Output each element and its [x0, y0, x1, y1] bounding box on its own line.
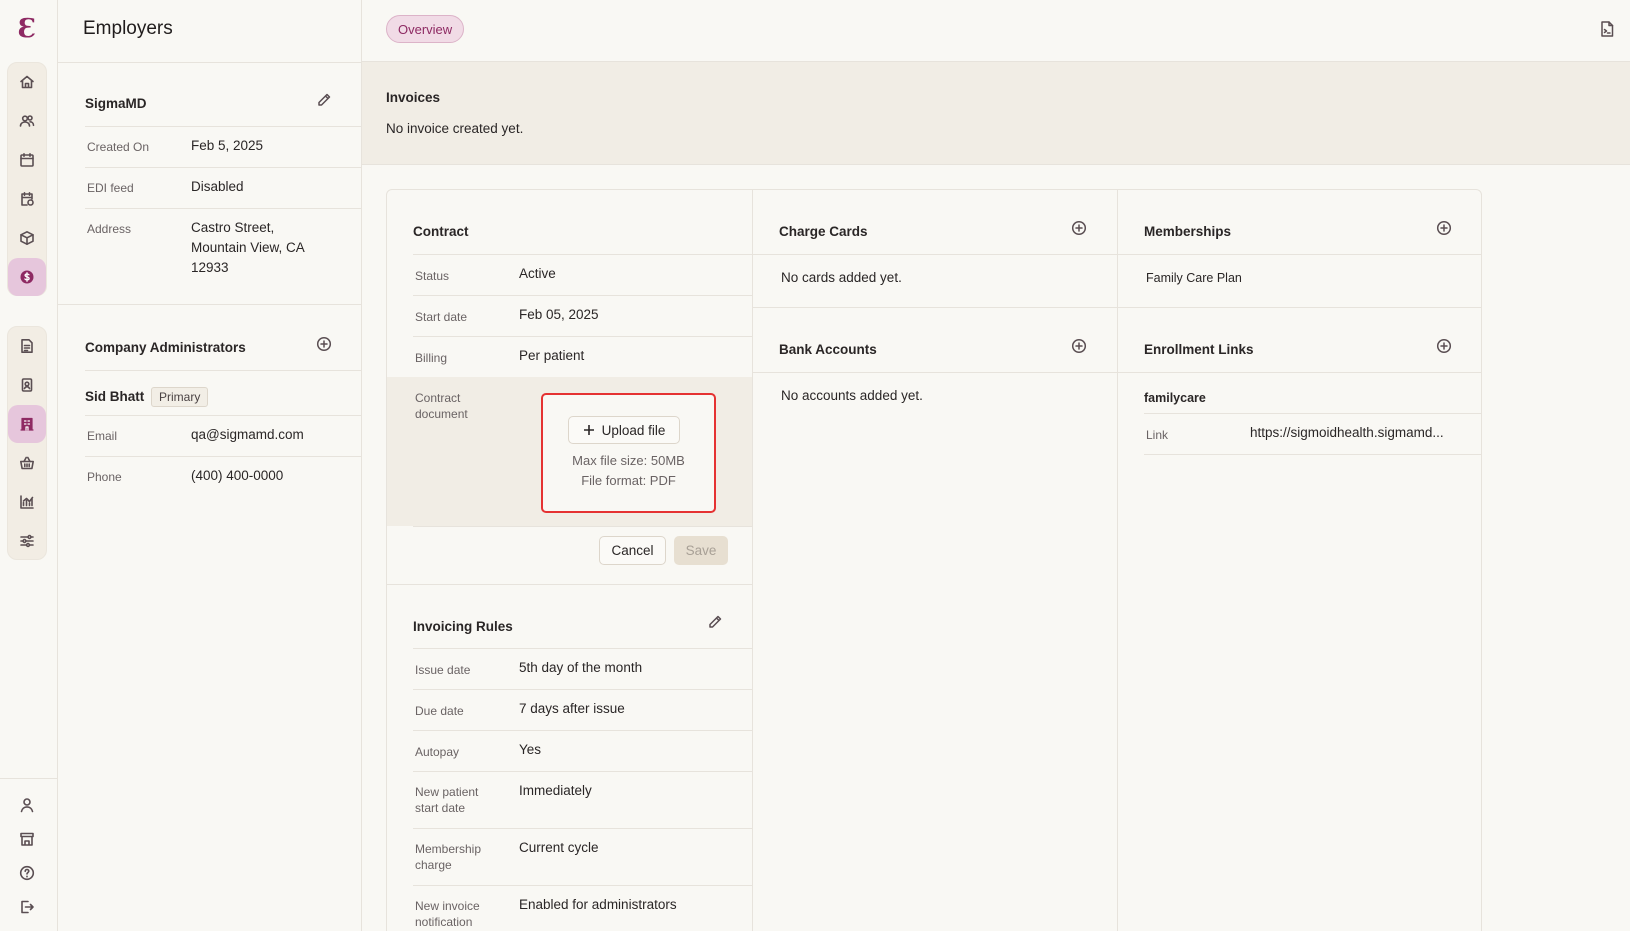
- invoices-empty: No invoice created yet.: [386, 121, 524, 136]
- dollar-icon[interactable]: [8, 258, 46, 296]
- created-on-value: Feb 5, 2025: [191, 138, 264, 153]
- start-date-value: Feb 05, 2025: [519, 307, 599, 322]
- edi-feed-value: Disabled: [191, 179, 244, 194]
- building-icon[interactable]: [8, 405, 46, 443]
- field-label: Email: [87, 429, 118, 443]
- user-icon[interactable]: [11, 789, 43, 821]
- calendar-check-icon[interactable]: [8, 180, 46, 218]
- users-icon[interactable]: [8, 102, 46, 140]
- overview-card: [386, 189, 1482, 931]
- plus-circle-icon: [1071, 220, 1087, 236]
- invoices-title: Invoices: [386, 90, 441, 105]
- plus-icon: [583, 425, 594, 435]
- pencil-icon: [318, 93, 331, 106]
- cancel-button[interactable]: Cancel: [599, 536, 666, 565]
- field-label: Membership charge: [415, 842, 482, 872]
- field-label: Created On: [87, 140, 150, 154]
- app-logo[interactable]: Ɛ: [15, 14, 39, 44]
- badge-icon[interactable]: [8, 366, 46, 404]
- field-label: Contract document: [415, 391, 468, 421]
- enrollment-link-name: familycare: [1144, 391, 1206, 405]
- edit-employer-button[interactable]: [314, 90, 334, 110]
- icon-rail: Ɛ: [0, 0, 58, 931]
- page-title: Employers: [83, 18, 173, 39]
- contract-title: Contract: [413, 224, 469, 239]
- invoices-section: Invoices No invoice created yet.: [362, 62, 1630, 165]
- bank-accounts-title: Bank Accounts: [779, 342, 877, 357]
- autopay-value: Yes: [519, 742, 542, 757]
- add-bank-account-button[interactable]: [1069, 336, 1089, 356]
- status-value: Active: [519, 266, 556, 281]
- field-label: Autopay: [415, 745, 460, 759]
- field-label: Due date: [415, 704, 464, 718]
- plus-circle-icon: [1436, 220, 1452, 236]
- memberships-title: Memberships: [1144, 224, 1232, 239]
- cube-icon[interactable]: [8, 219, 46, 257]
- field-label: Start date: [415, 310, 468, 324]
- billing-value: Per patient: [519, 348, 585, 363]
- save-button[interactable]: Save: [674, 536, 728, 565]
- store-icon[interactable]: [11, 823, 43, 855]
- plus-circle-icon: [1071, 338, 1087, 354]
- add-charge-card-button[interactable]: [1069, 218, 1089, 238]
- employer-name: SigmaMD: [85, 96, 147, 111]
- pencil-icon: [709, 615, 722, 628]
- document-icon[interactable]: [8, 327, 46, 365]
- field-label: EDI feed: [87, 181, 134, 195]
- chart-icon[interactable]: [8, 483, 46, 521]
- membership-item[interactable]: Family Care Plan: [1146, 268, 1242, 288]
- file-format-note: File format: PDF: [581, 473, 676, 488]
- email-value: qa@sigmamd.com: [191, 427, 304, 442]
- rail-group-secondary: [7, 326, 47, 560]
- document-icon[interactable]: [1598, 20, 1616, 38]
- employer-detail-panel: Employers SigmaMD Created On Feb 5, 2025…: [58, 0, 362, 931]
- sliders-icon[interactable]: [8, 522, 46, 560]
- home-icon[interactable]: [8, 63, 46, 101]
- new-invoice-notification-value: Enabled for administrators: [519, 897, 677, 912]
- field-label: New invoice notification: [415, 899, 480, 929]
- add-admin-button[interactable]: [314, 334, 334, 354]
- enrollment-links-title: Enrollment Links: [1144, 342, 1254, 357]
- rail-divider: [0, 778, 58, 779]
- address-value: Castro Street, Mountain View, CA 12933: [191, 220, 305, 275]
- field-label: Status: [415, 269, 450, 283]
- field-label: Billing: [415, 351, 448, 365]
- phone-value: (400) 400-0000: [191, 468, 284, 483]
- edit-invoicing-rules-button[interactable]: [705, 612, 725, 632]
- admin-name: Sid Bhatt: [85, 389, 145, 404]
- charge-cards-empty: No cards added yet.: [781, 270, 902, 285]
- calendar-icon[interactable]: [8, 141, 46, 179]
- field-label: New patient start date: [415, 785, 479, 815]
- new-patient-start-value: Immediately: [519, 783, 592, 798]
- top-bar: Overview: [362, 0, 1630, 62]
- add-enrollment-link-button[interactable]: [1434, 336, 1454, 356]
- invoicing-rules-title: Invoicing Rules: [413, 619, 513, 634]
- membership-charge-value: Current cycle: [519, 840, 599, 855]
- plus-circle-icon: [1436, 338, 1452, 354]
- basket-icon[interactable]: [8, 444, 46, 482]
- tab-overview[interactable]: Overview: [386, 15, 465, 43]
- primary-badge: Primary: [151, 387, 209, 407]
- max-size-note: Max file size: 50MB: [572, 453, 685, 468]
- field-label: Link: [1146, 428, 1169, 442]
- upload-file-button[interactable]: Upload file: [568, 416, 680, 444]
- field-label: Address: [87, 222, 132, 236]
- upload-dropzone[interactable]: Upload file Max file size: 50MB File for…: [541, 393, 716, 513]
- bank-accounts-empty: No accounts added yet.: [781, 388, 923, 403]
- admins-title: Company Administrators: [85, 340, 246, 355]
- add-membership-button[interactable]: [1434, 218, 1454, 238]
- issue-date-value: 5th day of the month: [519, 660, 643, 675]
- enrollment-link-url[interactable]: https://sigmoidhealth.sigmamd...: [1250, 423, 1444, 443]
- upload-file-label: Upload file: [601, 422, 666, 438]
- help-icon[interactable]: [11, 857, 43, 889]
- plus-circle-icon: [316, 336, 332, 352]
- logout-icon[interactable]: [11, 891, 43, 923]
- due-date-value: 7 days after issue: [519, 701, 625, 716]
- charge-cards-title: Charge Cards: [779, 224, 868, 239]
- rail-group-primary: [7, 62, 47, 296]
- field-label: Issue date: [415, 663, 471, 677]
- field-label: Phone: [87, 470, 122, 484]
